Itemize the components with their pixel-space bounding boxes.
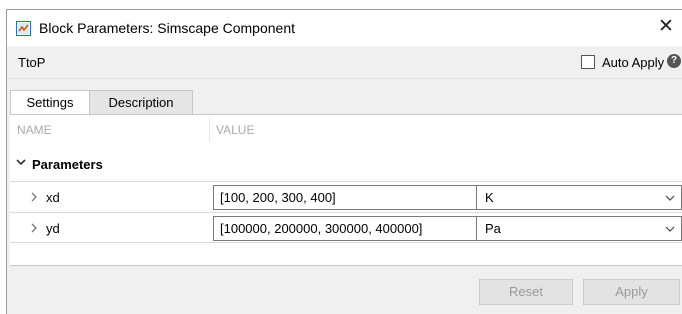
parameters-group-label: Parameters [32,157,103,172]
column-divider [209,118,210,142]
yd-unit-select[interactable]: Pa [477,216,682,241]
tab-settings[interactable]: Settings [10,90,90,115]
param-name-xd: xd [46,190,60,205]
chevron-down-icon [665,195,675,201]
xd-unit-value: K [485,190,494,205]
column-header-value: VALUE [216,123,255,137]
param-name-yd: yd [46,221,60,236]
parameters-group-header[interactable]: Parameters [10,155,682,177]
table-row: yd [100000, 200000, 300000, 400000] Pa [10,212,682,243]
tab-strip: Settings Description [10,90,682,115]
block-name-label: TtoP [18,55,46,70]
xd-value-input[interactable]: [100, 200, 300, 400] [213,185,477,210]
tab-description[interactable]: Description [90,90,193,115]
help-icon[interactable]: ? [667,54,681,68]
auto-apply-label: Auto Apply [602,54,665,70]
toolbar: TtoP Auto Apply ? [7,46,682,79]
yd-value-input[interactable]: [100000, 200000, 300000, 400000] [213,216,477,241]
chevron-right-icon[interactable] [29,222,39,234]
chevron-down-icon [16,159,26,166]
auto-apply-checkbox[interactable]: Auto Apply [581,53,664,71]
xd-unit-select[interactable]: K [477,185,682,210]
footer-divider [10,265,682,266]
checkbox-box[interactable] [581,55,595,69]
block-parameters-dialog: Block Parameters: Simscape Component ✕ T… [6,9,682,314]
settings-panel: NAME VALUE Parameters xd [100, 200, 300,… [10,114,682,265]
chevron-right-icon[interactable] [29,191,39,203]
reset-button[interactable]: Reset [479,279,573,305]
column-header-name: NAME [17,123,52,137]
close-button[interactable]: ✕ [654,16,678,40]
apply-button[interactable]: Apply [583,279,680,305]
close-icon: ✕ [658,16,674,37]
yd-unit-value: Pa [485,221,501,236]
table-row: xd [100, 200, 300, 400] K [10,181,682,212]
chevron-down-icon [665,226,675,232]
simulink-block-icon [16,21,31,36]
title-bar: Block Parameters: Simscape Component ✕ [7,10,682,46]
window-title: Block Parameters: Simscape Component [39,20,295,36]
